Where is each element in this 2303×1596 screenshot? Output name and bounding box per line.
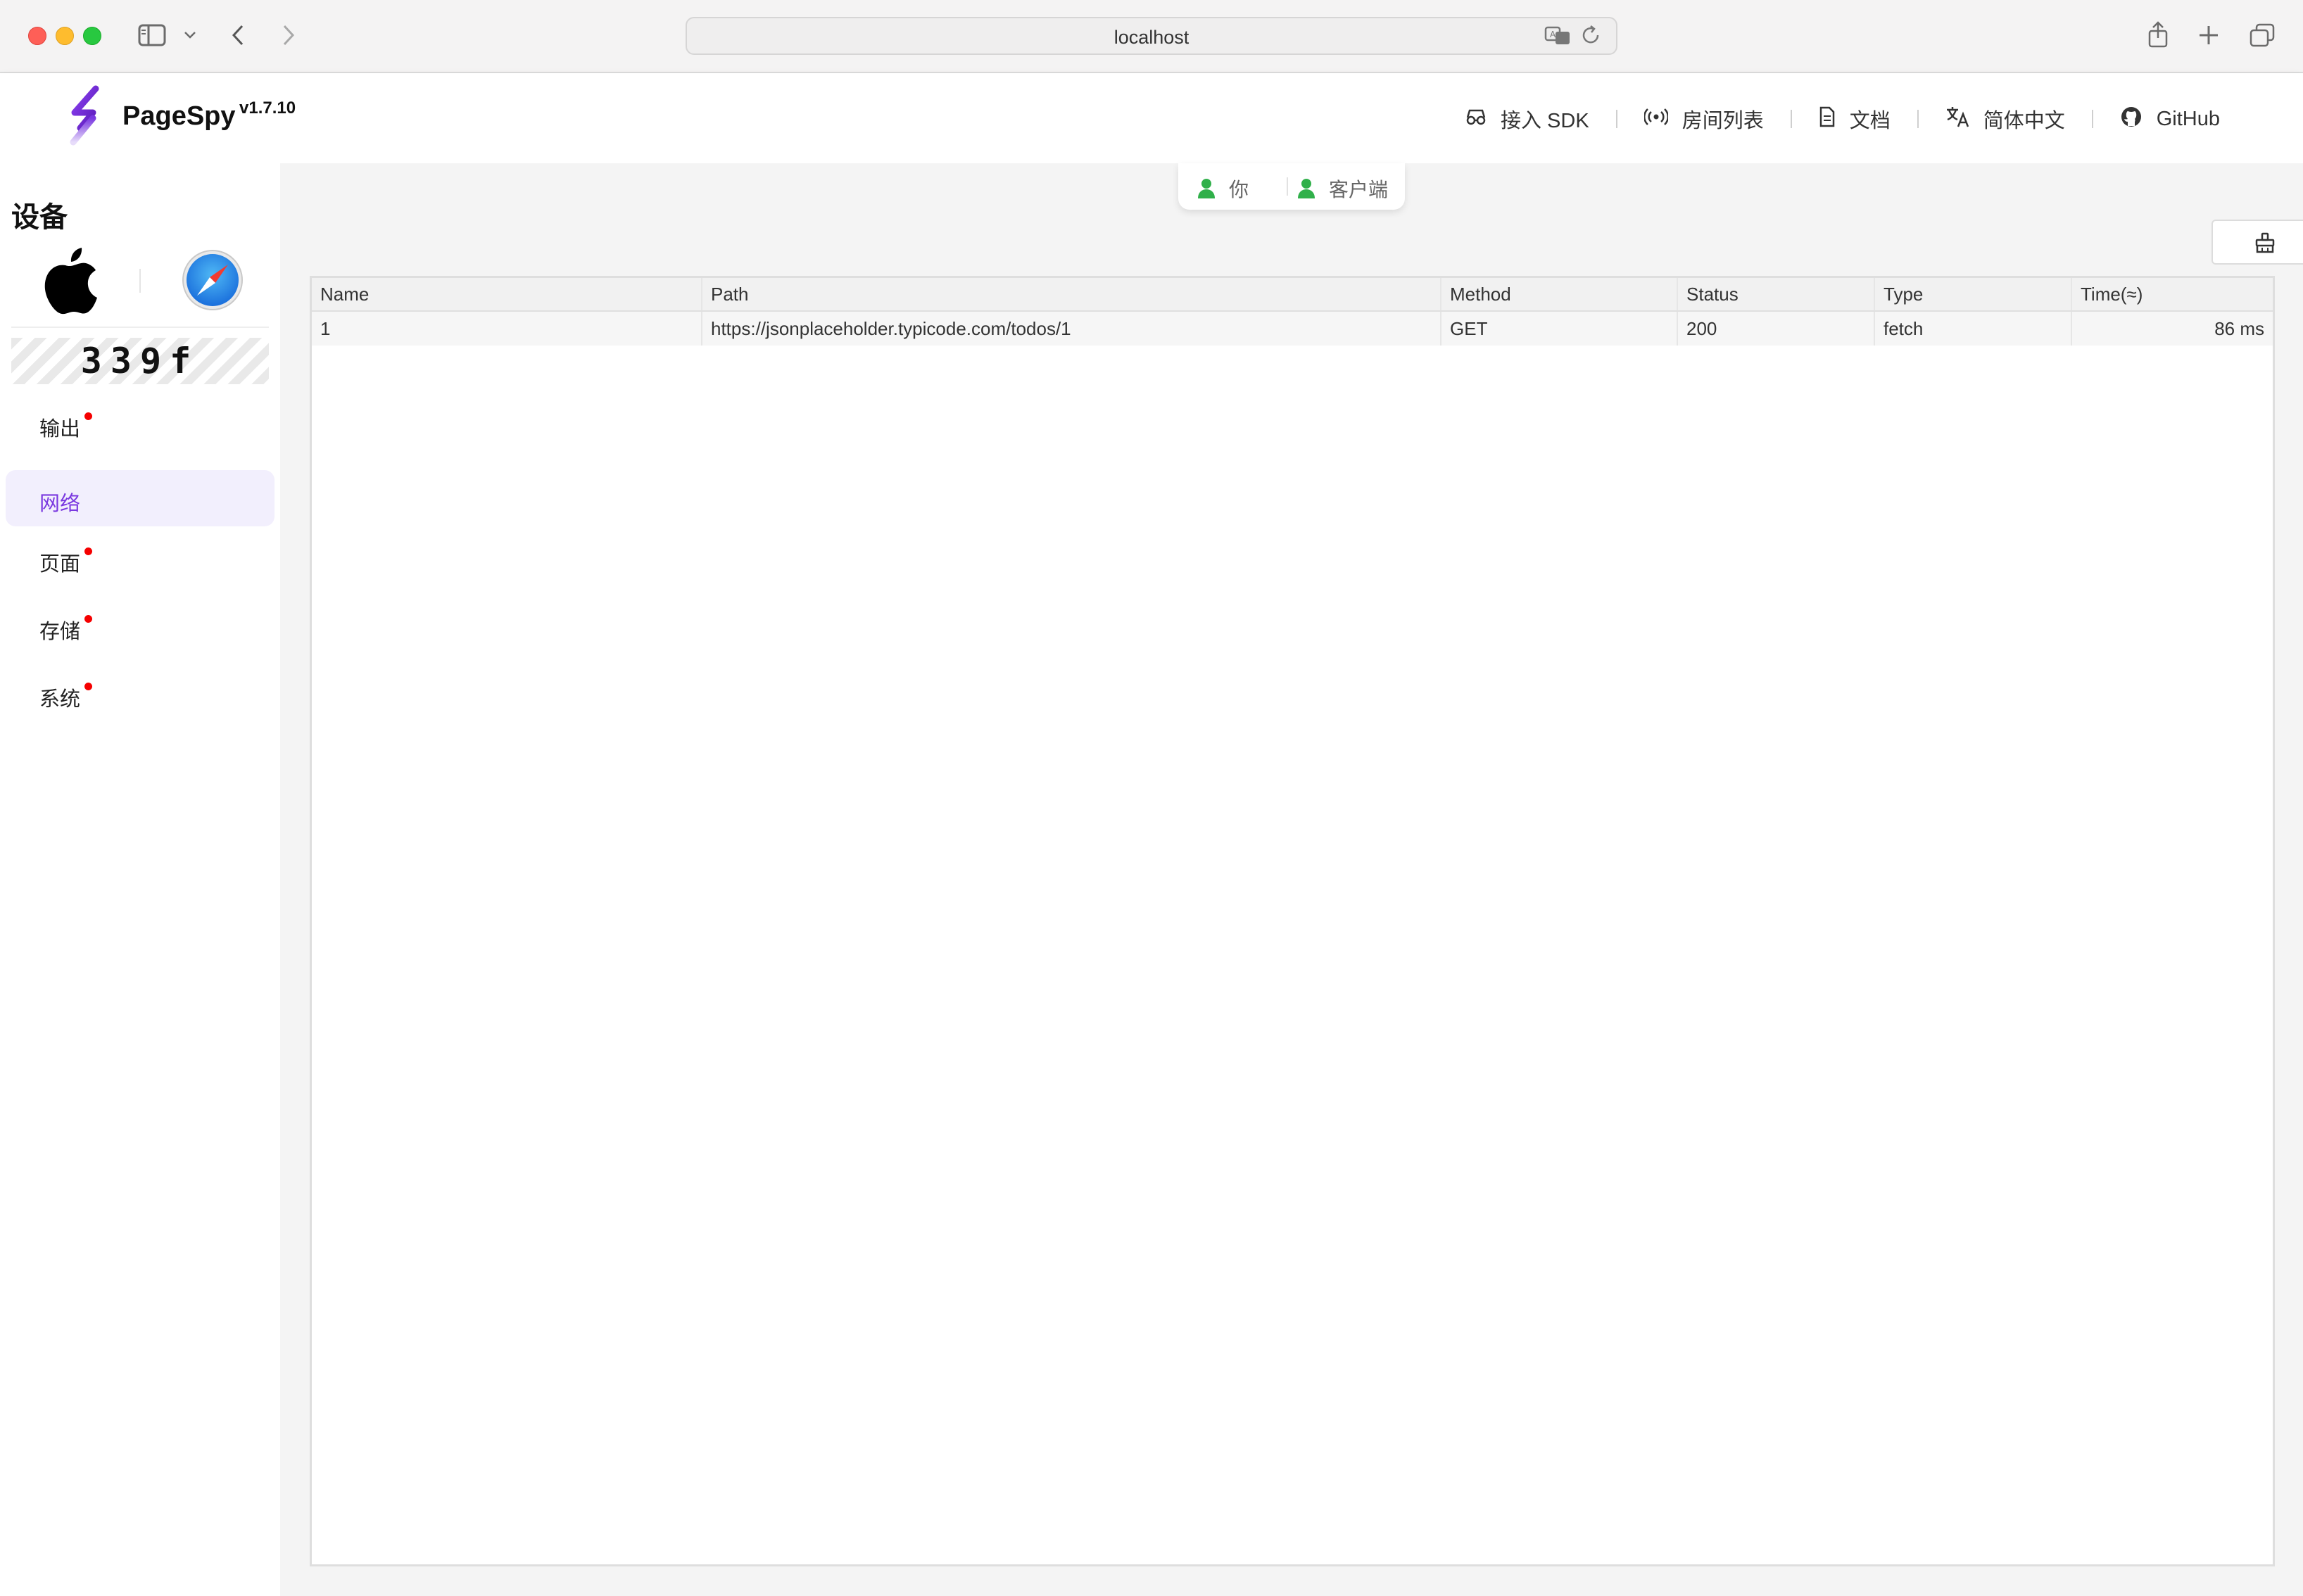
- window-close-button[interactable]: [28, 27, 46, 45]
- document-icon: [1819, 106, 1836, 132]
- sidebar-item-label: 系统: [39, 688, 81, 711]
- network-table: Name Path Method Status Type Time(≈) 1 h…: [310, 276, 2275, 1566]
- clear-button[interactable]: [2211, 220, 2303, 265]
- device-id: 339f: [11, 338, 269, 384]
- user-icon: [1198, 179, 1215, 198]
- sidebar-item-page[interactable]: 页面: [6, 531, 275, 587]
- brand-name: PageSpy: [122, 101, 236, 131]
- icon-divider: [139, 269, 141, 293]
- tab-overview-icon[interactable]: [2248, 21, 2276, 49]
- window-zoom-button[interactable]: [83, 27, 101, 45]
- sidebar-divider: [11, 327, 269, 328]
- cell-path: https://jsonplaceholder.typicode.com/tod…: [702, 311, 1441, 346]
- forward-arrow-icon[interactable]: [276, 21, 301, 49]
- broadcast-icon: [1643, 108, 1669, 131]
- clear-icon: [2255, 232, 2275, 253]
- browser-toolbar: localhost A: [0, 0, 2303, 73]
- cell-name: 1: [312, 311, 702, 346]
- connection-client-label: 客户端: [1329, 179, 1389, 201]
- chevron-down-icon[interactable]: [180, 21, 200, 49]
- user-icon: [1298, 179, 1315, 198]
- column-header-method[interactable]: Method: [1441, 278, 1678, 312]
- connection-status: 你 客户端: [1178, 163, 1405, 210]
- app-header: PageSpy v1.7.10 接入 SDK 房间列表 文档 简体中文 GitH…: [0, 73, 2303, 163]
- url-text: localhost: [1113, 27, 1190, 48]
- connection-divider: [1287, 177, 1288, 196]
- top-nav: 接入 SDK 房间列表 文档 简体中文 GitHub: [1465, 104, 2220, 134]
- github-icon: [2120, 106, 2143, 133]
- translate-icon: [1945, 106, 1969, 132]
- unread-dot: [84, 615, 92, 623]
- back-arrow-icon[interactable]: [225, 21, 251, 49]
- nav-label: 文档: [1849, 110, 1891, 132]
- nav-item-sdk[interactable]: 接入 SDK: [1465, 104, 1589, 134]
- connection-client: 客户端: [1296, 175, 1388, 203]
- cell-type: fetch: [1874, 311, 2072, 346]
- sidebar-item-label: 页面: [39, 553, 81, 576]
- nav-divider: [1917, 110, 1919, 128]
- cell-status: 200: [1677, 311, 1875, 346]
- sidebar-item-label: 存储: [39, 621, 81, 643]
- safari-icon: [182, 249, 244, 311]
- column-header-path[interactable]: Path: [702, 278, 1441, 312]
- sidebar-item-console[interactable]: 输出: [6, 395, 275, 452]
- reload-icon[interactable]: [1581, 24, 1602, 51]
- nav-item-docs[interactable]: 文档: [1819, 104, 1891, 134]
- sidebar-item-label: 输出: [39, 418, 81, 441]
- column-header-status[interactable]: Status: [1677, 278, 1875, 312]
- pagespy-logo-icon[interactable]: [65, 84, 110, 148]
- table-row[interactable]: 1 https://jsonplaceholder.typicode.com/t…: [312, 311, 2273, 346]
- sidebar-item-network[interactable]: 网络: [6, 470, 275, 526]
- table-header-row: Name Path Method Status Type Time(≈): [312, 278, 2273, 312]
- svg-text:A: A: [1550, 30, 1556, 39]
- nav-divider: [1790, 110, 1792, 128]
- column-header-time[interactable]: Time(≈): [2071, 278, 2273, 312]
- nav-item-language[interactable]: 简体中文: [1945, 104, 2065, 134]
- nav-divider: [2091, 110, 2093, 128]
- share-icon[interactable]: [2144, 21, 2172, 49]
- nav-divider: [1615, 110, 1617, 128]
- version-label: v1.7.10: [239, 99, 296, 118]
- nav-label: GitHub: [2156, 107, 2220, 130]
- translate-icon[interactable]: A: [1544, 25, 1571, 51]
- column-header-name[interactable]: Name: [312, 278, 702, 312]
- sidebar-toggle-icon[interactable]: [137, 21, 168, 49]
- connection-you: 你: [1197, 175, 1249, 203]
- nav-item-github[interactable]: GitHub: [2120, 106, 2220, 133]
- nav-label: 房间列表: [1681, 110, 1764, 132]
- nav-label: 接入 SDK: [1501, 110, 1589, 132]
- cell-method: GET: [1441, 311, 1678, 346]
- nav-label: 简体中文: [1983, 110, 2065, 132]
- unread-dot: [84, 547, 92, 555]
- sdk-icon: [1465, 108, 1487, 131]
- address-bar[interactable]: localhost A: [686, 17, 1617, 55]
- unread-dot: [84, 412, 92, 420]
- window-minimize-button[interactable]: [56, 27, 74, 45]
- cell-time: 86 ms: [2071, 311, 2273, 346]
- apple-icon: [39, 246, 100, 317]
- sidebar-item-label: 网络: [39, 493, 81, 515]
- device-sidebar: 设备 339f 输出 网络 页面 存储 系统: [0, 163, 280, 1596]
- sidebar-item-system[interactable]: 系统: [6, 666, 275, 722]
- sidebar-item-storage[interactable]: 存储: [6, 598, 275, 654]
- unread-dot: [84, 683, 92, 690]
- nav-item-rooms[interactable]: 房间列表: [1643, 104, 1764, 134]
- main-panel: 你 客户端 Name Path Method Status Type Time(…: [280, 163, 2303, 1596]
- connection-you-label: 你: [1229, 179, 1249, 201]
- device-title: 设备: [11, 202, 68, 233]
- column-header-type[interactable]: Type: [1874, 278, 2072, 312]
- new-tab-icon[interactable]: [2195, 21, 2223, 49]
